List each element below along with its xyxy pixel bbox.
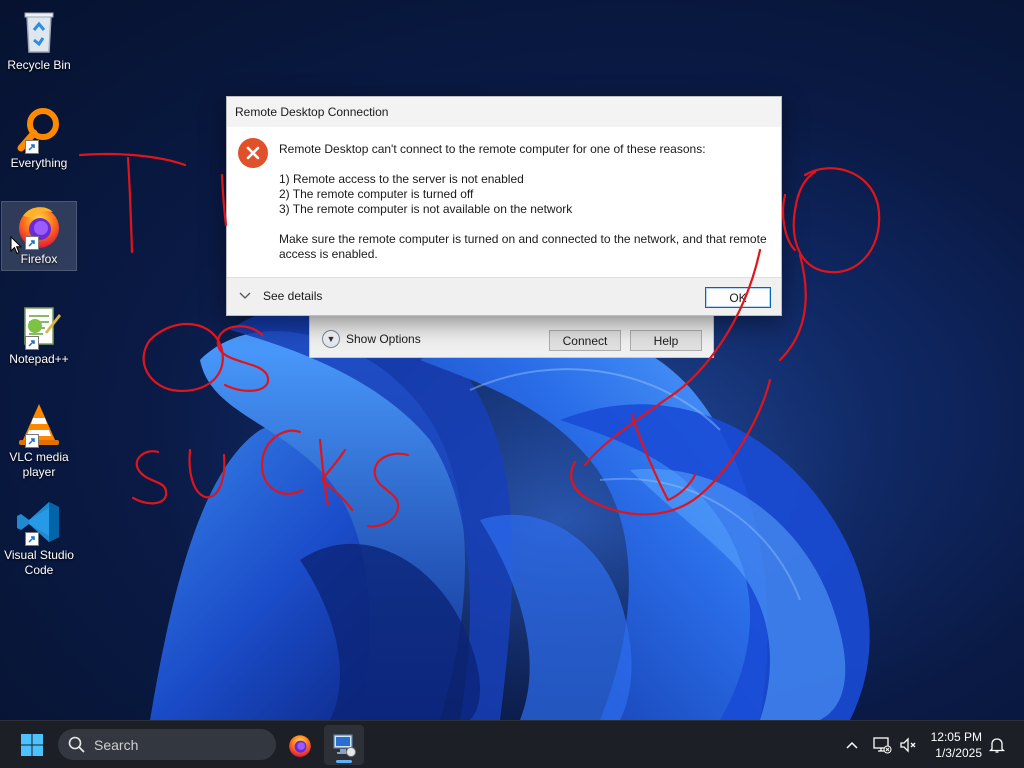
taskbar-app-remote-desktop[interactable] <box>324 725 364 765</box>
desktop-icon-recycle-bin[interactable]: Recycle Bin <box>2 8 76 73</box>
desktop-icon-label: VLC media player <box>9 450 69 479</box>
active-app-indicator <box>336 760 352 763</box>
dialog-body: Remote Desktop can't connect to the remo… <box>227 127 781 277</box>
see-details-label: See details <box>263 289 323 303</box>
clock-date: 1/3/2025 <box>935 746 982 760</box>
shortcut-arrow-icon <box>25 532 39 546</box>
shortcut-arrow-icon <box>25 236 39 250</box>
dialog-message: Remote Desktop can't connect to the remo… <box>279 142 706 156</box>
notepad-plus-plus-icon <box>15 302 63 350</box>
desktop-icon-label: Recycle Bin <box>7 58 71 72</box>
volume-button[interactable] <box>896 733 920 757</box>
desktop-icon-vlc[interactable]: VLC media player <box>2 400 76 480</box>
search-icon <box>68 736 85 753</box>
dialog-message-block: Remote Desktop can't connect to the remo… <box>279 142 774 262</box>
show-options-label: Show Options <box>346 332 421 346</box>
shortcut-arrow-icon <box>25 140 39 154</box>
reason-1: 1) Remote access to the server is not en… <box>279 172 524 186</box>
desktop-icon-vscode[interactable]: Visual Studio Code <box>2 498 76 578</box>
error-dialog: Remote Desktop Connection Remote Desktop… <box>226 96 782 316</box>
notifications-button[interactable] <box>985 733 1009 757</box>
start-button[interactable] <box>12 727 52 763</box>
desktop-icon-label: Visual Studio Code <box>4 548 74 577</box>
taskbar-search-box[interactable]: Search <box>58 729 276 760</box>
chevron-down-icon <box>239 292 251 299</box>
show-hidden-icons-button[interactable] <box>840 733 864 757</box>
mouse-cursor-icon <box>10 236 22 255</box>
chevron-up-icon <box>846 741 858 749</box>
windows-logo-icon <box>21 734 43 756</box>
desktop-icon-label: Firefox <box>20 252 58 266</box>
desktop-icon-label: Everything <box>10 156 68 170</box>
taskbar: Search 12:05 PM 1/3/2025 <box>0 720 1024 768</box>
firefox-icon <box>15 202 63 250</box>
dialog-footer: See details OK <box>227 277 781 315</box>
everything-search-icon <box>15 106 63 154</box>
see-details-toggle[interactable]: See details <box>239 289 322 303</box>
taskbar-clock[interactable]: 12:05 PM 1/3/2025 <box>918 729 992 761</box>
desktop-icon-everything[interactable]: Everything <box>2 106 76 171</box>
vlc-icon <box>15 400 63 448</box>
error-icon <box>238 138 268 168</box>
desktop-icon-label: Notepad++ <box>9 352 69 366</box>
bell-icon <box>988 738 1006 753</box>
network-status-button[interactable] <box>870 733 894 757</box>
volume-muted-icon <box>900 737 916 753</box>
chevron-down-icon: ▼ <box>322 330 340 348</box>
search-placeholder: Search <box>94 736 139 753</box>
clock-time: 12:05 PM <box>930 730 982 744</box>
recycle-bin-icon <box>15 8 63 56</box>
help-button[interactable]: Help <box>630 330 702 351</box>
desktop: Recycle Bin Everything Firefox Notepad++… <box>0 0 1024 768</box>
dialog-advice: Make sure the remote computer is turned … <box>279 232 767 261</box>
reason-2: 2) The remote computer is turned off <box>279 187 474 201</box>
ok-button[interactable]: OK <box>705 287 771 308</box>
connect-button[interactable]: Connect <box>549 330 621 351</box>
network-disconnected-icon <box>873 737 892 754</box>
firefox-icon <box>289 735 311 757</box>
shortcut-arrow-icon <box>25 336 39 350</box>
remote-desktop-icon <box>333 734 356 757</box>
reason-3: 3) The remote computer is not available … <box>279 202 573 216</box>
dialog-titlebar[interactable]: Remote Desktop Connection <box>227 97 781 127</box>
show-options-toggle[interactable]: ▼ Show Options <box>322 330 421 348</box>
taskbar-app-firefox[interactable] <box>280 725 320 765</box>
desktop-icon-notepadpp[interactable]: Notepad++ <box>2 302 76 367</box>
shortcut-arrow-icon <box>25 434 39 448</box>
dialog-title: Remote Desktop Connection <box>235 105 389 119</box>
vscode-icon <box>15 498 63 546</box>
